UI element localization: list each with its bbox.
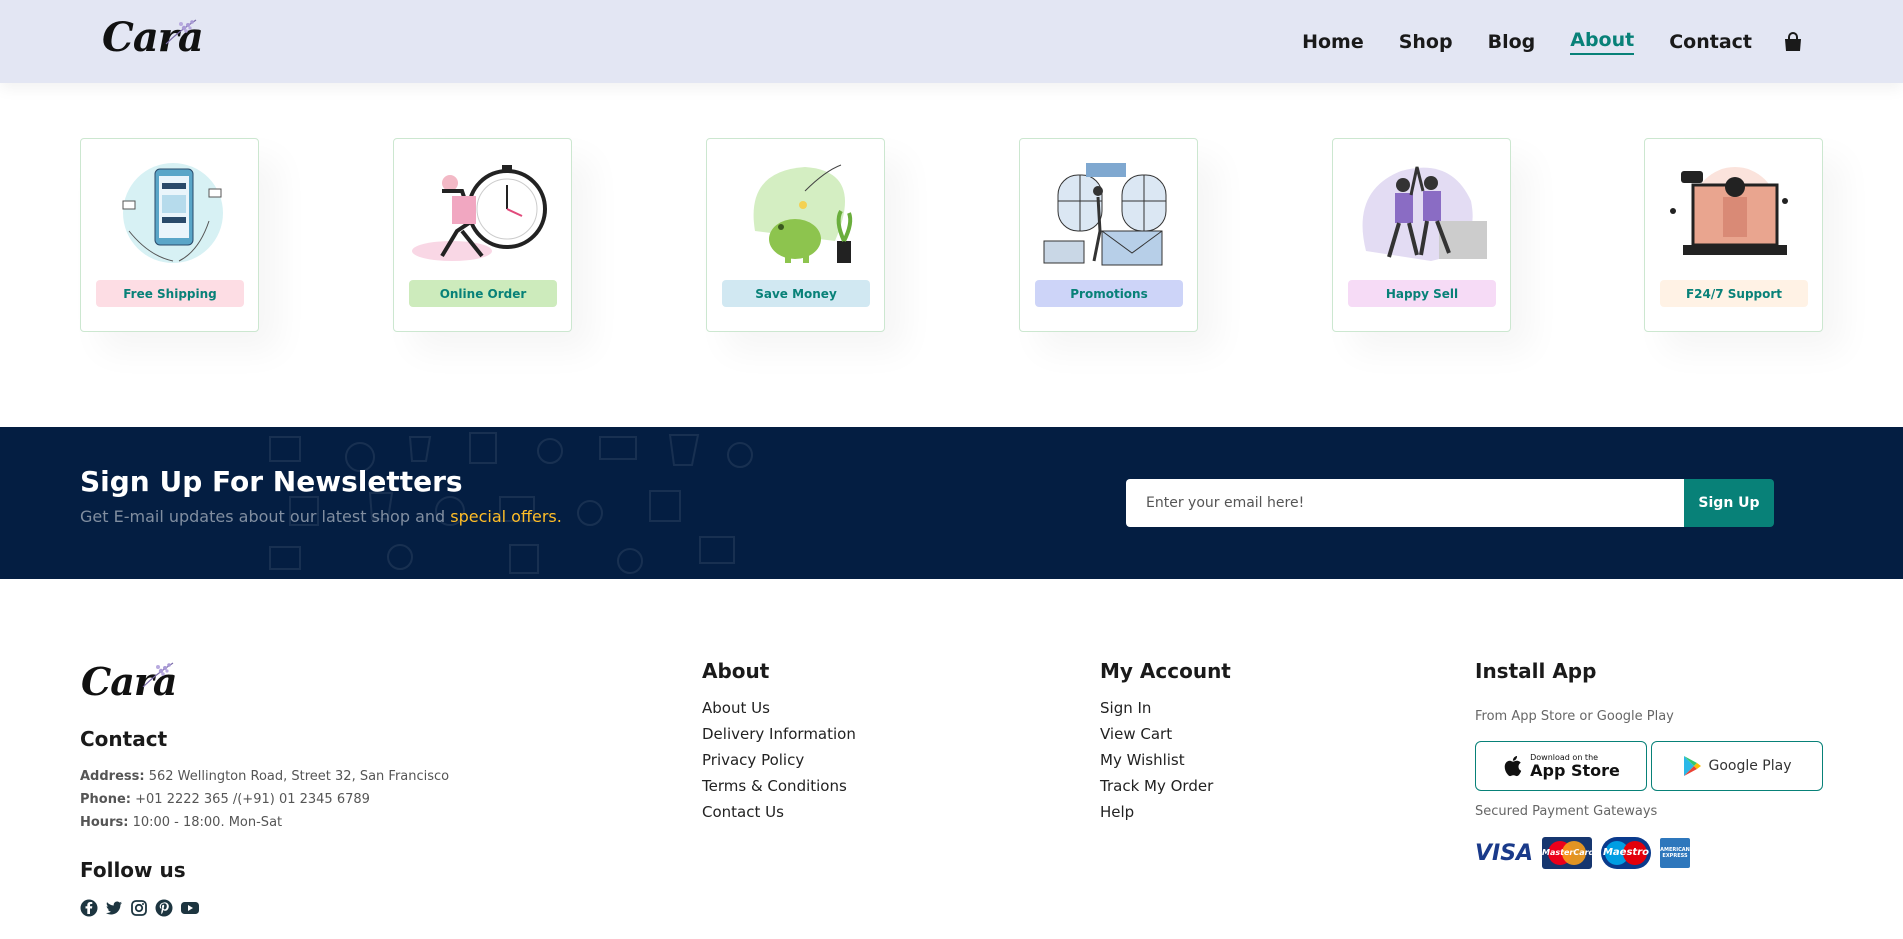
newsletter-subtitle: Get E-mail updates about our latest shop… [80,507,562,526]
save-money-illustration [753,164,853,263]
site-header: Cara Home Shop Blog About Contact [0,0,1903,83]
contact-address: Address: 562 Wellington Road, Street 32,… [80,769,449,784]
facebook-icon[interactable] [80,899,98,917]
address-label: Address: [80,769,145,784]
shopping-bag-icon[interactable] [1782,31,1804,53]
nav-contact[interactable]: Contact [1669,31,1752,53]
hours-label: Hours: [80,815,129,830]
social-links [80,899,200,917]
google-play-icon [1684,756,1702,776]
maestro-text: Maestro [1602,847,1649,858]
install-app-subtitle: From App Store or Google Play [1475,709,1674,724]
about-links: About Us Delivery Information Privacy Po… [702,695,856,825]
footer-logo[interactable]: Cara [81,659,178,704]
view-cart-link[interactable]: View Cart [1100,721,1213,747]
instagram-icon[interactable] [130,899,148,917]
newsletter-highlight: special offers. [450,507,562,526]
online-order-illustration [412,165,547,261]
google-play-text: Google Play [1708,758,1792,774]
account-heading: My Account [1100,659,1231,683]
lavender-sprig-icon [165,19,197,45]
phone-value: +01 2222 365 /(+91) 01 2345 6789 [135,792,370,807]
nav-home[interactable]: Home [1302,31,1364,53]
nav-about[interactable]: About [1570,29,1635,55]
feature-label: Happy Sell [1348,280,1496,307]
visa-logo: VISA [1475,841,1533,866]
feature-happy-sell[interactable]: Happy Sell [1332,138,1511,332]
payment-gateways-title: Secured Payment Gateways [1475,804,1658,819]
address-value: 562 Wellington Road, Street 32, San Fran… [148,769,450,784]
main-nav: Home Shop Blog About Contact [1267,0,1903,83]
youtube-icon[interactable] [180,899,200,917]
happy-sell-illustration [1362,166,1487,261]
my-wishlist-link[interactable]: My Wishlist [1100,747,1213,773]
mastercard-text: MasterCard [1542,848,1592,857]
apple-icon [1504,756,1522,777]
follow-heading: Follow us [80,858,186,882]
privacy-policy-link[interactable]: Privacy Policy [702,747,856,773]
payment-logos: VISA MasterCard Maestro AMERICAN EXPRESS [1475,837,1690,869]
about-us-link[interactable]: About Us [702,695,856,721]
contact-hours: Hours: 10:00 - 18:00. Mon-Sat [80,815,282,830]
feature-label: Online Order [409,280,557,307]
terms-conditions-link[interactable]: Terms & Conditions [702,773,856,799]
app-store-big-text: App Store [1530,761,1620,780]
account-links: Sign In View Cart My Wishlist Track My O… [1100,695,1213,825]
promotions-illustration [1043,163,1167,266]
feature-label: Free Shipping [96,280,244,307]
features-section: Free Shipping Online Order Save Money Pr… [80,138,1823,332]
feature-free-shipping[interactable]: Free Shipping [80,138,259,332]
app-store-text: Download on the App Store [1530,753,1620,779]
shopping-pattern-background [269,432,753,574]
pinterest-icon[interactable] [155,899,173,917]
feature-save-money[interactable]: Save Money [706,138,885,332]
site-logo[interactable]: Cara [102,14,204,61]
site-footer: Cara Contact Address: 562 Wellington Roa… [0,579,1903,939]
free-shipping-illustration [122,163,223,263]
contact-heading: Contact [80,727,168,751]
newsletter-title: Sign Up For Newsletters [80,465,463,498]
about-heading: About [702,659,770,683]
nav-blog[interactable]: Blog [1488,31,1536,53]
feature-support[interactable]: F24/7 Support [1644,138,1823,332]
contact-us-link[interactable]: Contact Us [702,799,856,825]
twitter-icon[interactable] [105,899,123,917]
nav-shop[interactable]: Shop [1399,31,1453,53]
feature-promotions[interactable]: Promotions [1019,138,1198,332]
delivery-information-link[interactable]: Delivery Information [702,721,856,747]
track-order-link[interactable]: Track My Order [1100,773,1213,799]
feature-label: Promotions [1035,280,1183,307]
newsletter-email-input[interactable] [1126,479,1684,527]
feature-online-order[interactable]: Online Order [393,138,572,332]
visa-text: VISA [1475,840,1534,866]
newsletter-subtitle-text: Get E-mail updates about our latest shop… [80,507,446,526]
feature-label: F24/7 Support [1660,280,1808,307]
mastercard-logo: MasterCard [1542,837,1592,869]
lavender-sprig-icon [142,662,174,688]
amex-logo: AMERICAN EXPRESS [1660,838,1690,868]
google-play-button[interactable]: Google Play [1651,741,1823,791]
maestro-logo: Maestro [1601,837,1651,869]
hours-value: 10:00 - 18:00. Mon-Sat [132,815,283,830]
install-app-heading: Install App [1475,659,1597,683]
signup-button[interactable]: Sign Up [1684,479,1774,527]
feature-label: Save Money [722,280,870,307]
phone-label: Phone: [80,792,131,807]
help-link[interactable]: Help [1100,799,1213,825]
support-illustration [1670,167,1788,255]
app-store-button[interactable]: Download on the App Store [1475,741,1647,791]
amex-text: AMERICAN EXPRESS [1660,847,1690,859]
sign-in-link[interactable]: Sign In [1100,695,1213,721]
contact-phone: Phone: +01 2222 365 /(+91) 01 2345 6789 [80,792,370,807]
newsletter-section: Sign Up For Newsletters Get E-mail updat… [0,427,1903,579]
